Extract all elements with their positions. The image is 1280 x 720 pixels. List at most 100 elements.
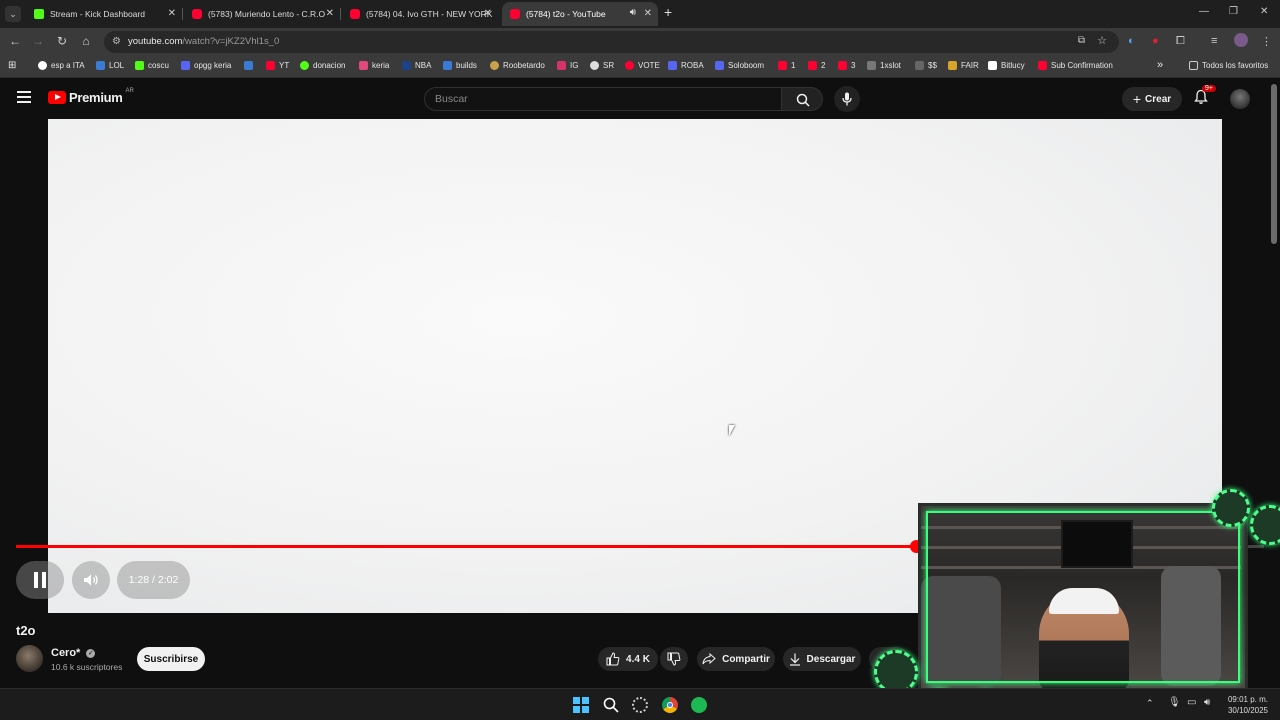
subscribe-button[interactable]: Suscribirse xyxy=(137,647,205,671)
media-control-icon[interactable]: ≡ xyxy=(1211,35,1217,47)
bookmark-item[interactable]: VOTE xyxy=(625,61,660,70)
bookmark-favicon xyxy=(590,61,599,70)
search-placeholder: Buscar xyxy=(435,93,468,105)
taskbar-clock[interactable]: 09:01 p. m. 30/10/2025 xyxy=(1228,694,1268,716)
dislike-button[interactable] xyxy=(660,647,688,671)
channel-avatar[interactable] xyxy=(16,645,43,672)
bookmarks-overflow-icon[interactable]: » xyxy=(1157,59,1163,71)
channel-name-row[interactable]: Cero* ✓ xyxy=(51,647,96,659)
chrome-icon[interactable] xyxy=(662,697,678,713)
tab-muriendo-lento[interactable]: (5783) Muriendo Lento - C.R.O ✕ xyxy=(184,2,341,26)
share-button[interactable]: Compartir xyxy=(697,647,775,671)
windows-start-icon[interactable] xyxy=(573,697,589,713)
new-tab-button[interactable]: + xyxy=(664,4,672,20)
home-icon[interactable]: ⌂ xyxy=(78,34,94,48)
search-button[interactable] xyxy=(781,87,823,111)
bookmark-item[interactable]: 3 xyxy=(838,61,855,70)
bookmark-item[interactable]: builds xyxy=(443,61,477,70)
tab-label: (5784) t2o - YouTube xyxy=(526,9,606,19)
minimize-icon[interactable]: — xyxy=(1199,6,1209,17)
download-button[interactable]: Descargar xyxy=(783,647,861,671)
account-avatar[interactable] xyxy=(1230,89,1250,109)
create-button[interactable]: + Crear xyxy=(1122,87,1182,111)
bookmark-item[interactable]: opgg keria xyxy=(181,61,231,70)
spotify-icon[interactable] xyxy=(691,697,707,713)
voice-search-button[interactable] xyxy=(834,86,860,112)
bookmark-item[interactable]: 1 xyxy=(778,61,795,70)
webcam-frame xyxy=(926,511,1240,683)
bookmark-item[interactable]: ROBA xyxy=(668,61,704,70)
bookmark-label: SR xyxy=(603,61,615,70)
extension-icon[interactable]: ◐ xyxy=(1128,35,1135,47)
bookmark-item[interactable]: 2 xyxy=(808,61,825,70)
bookmark-item[interactable]: YT xyxy=(244,61,257,70)
window-close-icon[interactable]: ✕ xyxy=(1260,6,1268,17)
restore-icon[interactable]: ❐ xyxy=(1229,6,1238,17)
notification-badge: 9+ xyxy=(1202,85,1216,92)
bookmark-item[interactable]: coscu xyxy=(135,61,169,70)
tab-kick-dashboard[interactable]: Stream - Kick Dashboard ✕ xyxy=(26,2,183,26)
bookmark-item[interactable]: Bitlucy xyxy=(988,61,1025,70)
nba-icon xyxy=(402,61,411,70)
bookmark-label: Roobetardo xyxy=(503,61,545,70)
bookmark-item[interactable]: keria xyxy=(359,61,389,70)
bookmark-item[interactable]: Sub Confirmation xyxy=(1038,61,1113,70)
play-pause-button[interactable] xyxy=(16,561,64,599)
install-app-icon[interactable]: ⧉ xyxy=(1078,35,1085,46)
obs-icon[interactable] xyxy=(632,697,648,713)
bookmark-item[interactable]: SR xyxy=(590,61,614,70)
omnibox[interactable]: ⚙ youtube.com/watch?v=jKZ2Vhl1s_0 ⧉ ☆ xyxy=(104,31,1119,53)
tray-network-icon[interactable]: ▭ xyxy=(1187,697,1196,708)
browser-menu-icon[interactable]: ⋮ xyxy=(1261,35,1272,48)
audio-playing-icon[interactable]: 🔊︎ xyxy=(630,7,636,18)
bookmark-item[interactable]: donacion xyxy=(300,61,345,70)
folder-icon xyxy=(1189,61,1198,70)
youtube-logo[interactable]: Premium AR xyxy=(48,88,134,105)
close-icon[interactable]: ✕ xyxy=(168,8,176,19)
apps-grid-icon[interactable]: ⊞ xyxy=(8,60,16,71)
bookmark-label: VOTE xyxy=(638,61,660,70)
reload-icon[interactable]: ↻ xyxy=(54,34,70,48)
page-scrollbar[interactable] xyxy=(1271,84,1277,244)
tray-volume-icon[interactable]: 🔊︎ xyxy=(1204,697,1210,708)
extension-icon[interactable]: ● xyxy=(1152,35,1159,47)
bookmark-item[interactable]: Roobetardo xyxy=(490,61,545,70)
bookmark-star-icon[interactable]: ☆ xyxy=(1097,34,1107,47)
tray-mic-icon[interactable]: 🎙︎ xyxy=(1168,697,1181,708)
tray-overflow-icon[interactable]: ⌃ xyxy=(1146,698,1154,709)
tab-search-button[interactable]: ⌄ xyxy=(5,6,21,22)
youtube-icon xyxy=(1038,61,1047,70)
close-icon[interactable]: ✕ xyxy=(326,8,334,19)
bookmark-label: Sub Confirmation xyxy=(1051,61,1113,70)
profile-avatar[interactable] xyxy=(1234,33,1248,47)
volume-button[interactable] xyxy=(72,561,110,599)
bookmark-item[interactable]: esp a ITA xyxy=(38,61,85,70)
youtube-icon xyxy=(808,61,817,70)
search-input[interactable]: Buscar xyxy=(424,87,782,111)
close-icon[interactable]: ✕ xyxy=(484,8,492,19)
extensions-puzzle-icon[interactable]: ⧠ xyxy=(1176,35,1185,48)
back-icon[interactable]: ← xyxy=(7,34,23,48)
tab-t2o-youtube[interactable]: (5784) t2o - YouTube 🔊︎ ✕ xyxy=(502,2,658,26)
bookmark-item[interactable]: NBA xyxy=(402,61,431,70)
bookmark-item[interactable]: 1xslot xyxy=(867,61,901,70)
bookmark-item[interactable]: $$ xyxy=(915,61,937,70)
bookmark-item[interactable]: FAIR xyxy=(948,61,979,70)
bookmark-item[interactable]: Soloboom xyxy=(715,61,764,70)
bookmark-item[interactable]: Todos los favoritos xyxy=(1189,61,1268,70)
bookmark-item[interactable]: YT xyxy=(266,61,289,70)
bookmark-favicon xyxy=(359,61,368,70)
youtube-header: Premium AR Buscar + Crear 9+ xyxy=(0,79,1280,119)
taskbar-search-icon[interactable] xyxy=(603,697,619,713)
tab-ivo-gth[interactable]: (5784) 04. Ivo GTH - NEW YORK ✕ xyxy=(342,2,498,26)
bookmark-item[interactable]: IG xyxy=(557,61,578,70)
share-label: Compartir xyxy=(722,653,770,665)
hamburger-menu-icon[interactable] xyxy=(17,91,31,103)
close-icon[interactable]: ✕ xyxy=(644,8,652,19)
like-button[interactable]: 4.4 K xyxy=(598,647,658,671)
site-info-icon[interactable]: ⚙ xyxy=(112,36,121,47)
forward-icon[interactable]: → xyxy=(30,34,46,48)
notifications-button[interactable]: 9+ xyxy=(1193,85,1216,107)
search-icon xyxy=(796,93,810,107)
bookmark-item[interactable]: LOL xyxy=(96,61,124,70)
